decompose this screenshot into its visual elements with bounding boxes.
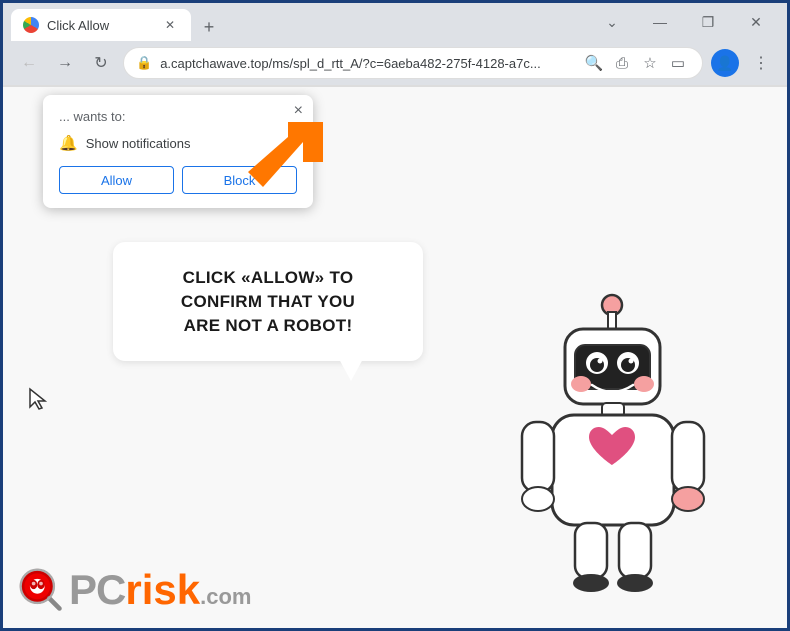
url-bar[interactable]: 🔒 a.captchawave.top/ms/spl_d_rtt_A/?c=6a… (123, 47, 703, 79)
bookmark-icon[interactable]: ☆ (638, 51, 662, 75)
tab-bar: Click Allow ✕ + (11, 3, 583, 41)
robot-svg (517, 287, 707, 597)
sidebar-icon[interactable]: ▭ (666, 51, 690, 75)
share-icon[interactable]: ⎙ (610, 51, 634, 75)
risk-text: risk (125, 566, 200, 613)
popup-show-notifications-label: Show notifications (86, 136, 191, 151)
tab-close-button[interactable]: ✕ (161, 16, 179, 34)
chrome-window: Click Allow ✕ + ⌄ — ❐ ✕ ← → ↻ 🔒 a.captch… (3, 3, 787, 628)
address-bar: ← → ↻ 🔒 a.captchawave.top/ms/spl_d_rtt_A… (3, 41, 787, 85)
url-action-icons: 🔍 ⎙ ☆ ▭ (582, 51, 690, 75)
window-controls: ⌄ — ❐ ✕ (589, 6, 779, 38)
tab-title: Click Allow (47, 18, 153, 33)
bubble-text-line1: CLICK «ALLOW» TO CONFIRM THAT YOU (143, 266, 393, 314)
search-url-icon[interactable]: 🔍 (582, 51, 606, 75)
minimize-button[interactable]: — (637, 6, 683, 38)
tab-favicon (23, 17, 39, 33)
pcrisk-logo: PCrisk.com (17, 566, 251, 614)
back-button[interactable]: ← (15, 49, 43, 77)
robot-character (517, 287, 707, 602)
pc-text: PC (69, 566, 125, 613)
refresh-button[interactable]: ↻ (87, 49, 115, 77)
speech-bubble: CLICK «ALLOW» TO CONFIRM THAT YOU ARE NO… (113, 242, 423, 361)
new-tab-button[interactable]: + (195, 13, 223, 41)
profile-button[interactable]: 👤 (711, 49, 739, 77)
orange-arrow (233, 117, 323, 212)
forward-button[interactable]: → (51, 49, 79, 77)
mouse-cursor (28, 387, 48, 416)
close-button[interactable]: ✕ (733, 6, 779, 38)
dotcom-text: .com (200, 584, 251, 609)
url-text: a.captchawave.top/ms/spl_d_rtt_A/?c=6aeb… (160, 56, 574, 71)
active-tab[interactable]: Click Allow ✕ (11, 9, 191, 41)
menu-button[interactable]: ⋮ (747, 49, 775, 77)
title-bar: Click Allow ✕ + ⌄ — ❐ ✕ (3, 3, 787, 41)
window-settings-icon[interactable]: ⌄ (589, 6, 635, 38)
lock-icon: 🔒 (136, 55, 152, 71)
pcrisk-logo-icon (17, 566, 65, 614)
page-content: × ... wants to: 🔔 Show notifications All… (3, 87, 787, 628)
bubble-text-line2: ARE NOT A ROBOT! (143, 314, 393, 338)
maximize-button[interactable]: ❐ (685, 6, 731, 38)
bell-icon: 🔔 (59, 134, 78, 152)
allow-button[interactable]: Allow (59, 166, 174, 194)
pcrisk-text-group: PCrisk.com (69, 566, 251, 614)
